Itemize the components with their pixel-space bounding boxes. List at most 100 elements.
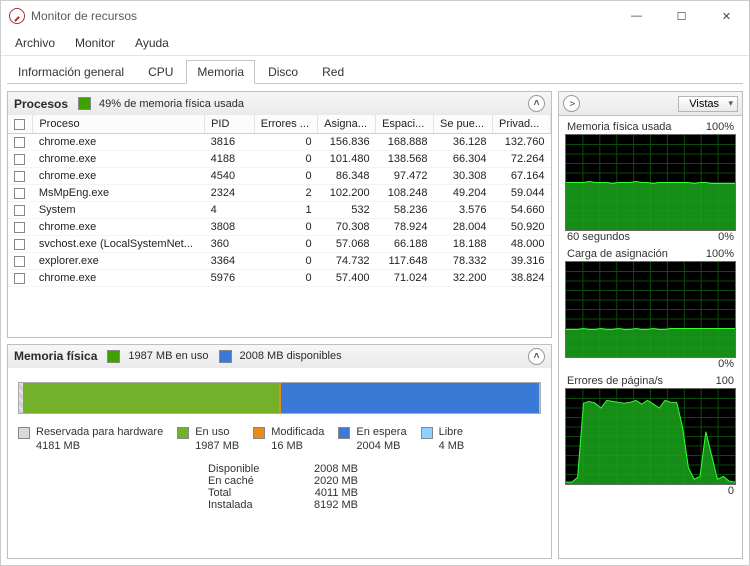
- table-row[interactable]: System 4 1 532 58.236 3.576 54.660: [8, 202, 551, 219]
- sw-reserved-icon: [18, 427, 30, 439]
- cell-pid: 4540: [205, 168, 255, 185]
- processes-header[interactable]: Procesos 49% de memoria física usada ˄: [8, 92, 551, 115]
- cell-pid: 3816: [205, 134, 255, 151]
- table-row[interactable]: svchost.exe (LocalSystemNet... 360 0 57.…: [8, 236, 551, 253]
- cell-priv: 39.316: [492, 253, 550, 270]
- close-button[interactable]: ✕: [704, 1, 749, 31]
- row-checkbox[interactable]: [14, 154, 25, 165]
- row-checkbox[interactable]: [14, 222, 25, 233]
- cell-esp: 71.024: [376, 270, 434, 287]
- chart3-br: 0: [728, 485, 734, 497]
- chart-page-faults: [565, 388, 736, 485]
- collapse-charts-icon[interactable]: ˄: [563, 95, 580, 112]
- table-row[interactable]: explorer.exe 3364 0 74.732 117.648 78.33…: [8, 253, 551, 270]
- menu-monitor[interactable]: Monitor: [67, 33, 123, 53]
- cell-esp: 66.188: [376, 236, 434, 253]
- cell-name: MsMpEng.exe: [33, 185, 205, 202]
- cell-err: 0: [254, 134, 317, 151]
- lbl-standby: En espera: [356, 426, 406, 438]
- collapse-physmem-icon[interactable]: ˄: [528, 348, 545, 365]
- tab-disk[interactable]: Disco: [257, 60, 309, 84]
- processes-table-wrap[interactable]: Proceso PID Errores ... Asigna... Espaci…: [8, 115, 551, 337]
- val-standby: 2004 MB: [356, 440, 400, 452]
- table-row[interactable]: chrome.exe 4188 0 101.480 138.568 66.304…: [8, 151, 551, 168]
- chart3-tr: 100: [716, 375, 734, 387]
- chart-memory-used: [565, 134, 736, 231]
- cell-err: 0: [254, 270, 317, 287]
- table-row[interactable]: chrome.exe 3808 0 70.308 78.924 28.004 5…: [8, 219, 551, 236]
- cell-pid: 4188: [205, 151, 255, 168]
- available-legend: 2008 MB disponibles: [240, 350, 342, 362]
- table-row[interactable]: chrome.exe 4540 0 86.348 97.472 30.308 6…: [8, 168, 551, 185]
- row-checkbox[interactable]: [14, 273, 25, 284]
- lbl-free: Libre: [439, 426, 463, 438]
- cell-err: 0: [254, 151, 317, 168]
- cell-asig: 57.400: [318, 270, 376, 287]
- cell-pid: 5976: [205, 270, 255, 287]
- sw-inuse-icon: [177, 427, 189, 439]
- collapse-processes-icon[interactable]: ˄: [528, 95, 545, 112]
- cell-esp: 108.248: [376, 185, 434, 202]
- row-checkbox[interactable]: [14, 188, 25, 199]
- row-checkbox[interactable]: [14, 171, 25, 182]
- tab-overview[interactable]: Información general: [7, 60, 135, 84]
- col-pid[interactable]: PID: [205, 115, 255, 134]
- cell-se: 78.332: [433, 253, 492, 270]
- maximize-button[interactable]: ☐: [659, 1, 704, 31]
- minimize-button[interactable]: —: [614, 1, 659, 31]
- col-process[interactable]: Proceso: [33, 115, 205, 134]
- tab-cpu[interactable]: CPU: [137, 60, 184, 84]
- mem-used-legend: 49% de memoria física usada: [99, 98, 244, 110]
- cell-priv: 132.760: [492, 134, 550, 151]
- select-all-checkbox[interactable]: [14, 119, 25, 130]
- tab-network[interactable]: Red: [311, 60, 355, 84]
- row-checkbox[interactable]: [14, 137, 25, 148]
- table-row[interactable]: chrome.exe 3816 0 156.836 168.888 36.128…: [8, 134, 551, 151]
- val-inuse: 1987 MB: [195, 440, 239, 452]
- k-total: Total: [208, 487, 288, 499]
- views-dropdown[interactable]: Vistas: [678, 96, 738, 112]
- window-title: Monitor de recursos: [31, 9, 614, 23]
- cell-asig: 102.200: [318, 185, 376, 202]
- cell-asig: 74.732: [318, 253, 376, 270]
- processes-title: Procesos: [14, 97, 68, 111]
- tab-memory[interactable]: Memoria: [186, 60, 255, 84]
- menu-help[interactable]: Ayuda: [127, 33, 177, 53]
- table-row[interactable]: chrome.exe 5976 0 57.400 71.024 32.200 3…: [8, 270, 551, 287]
- cell-err: 0: [254, 219, 317, 236]
- table-row[interactable]: MsMpEng.exe 2324 2 102.200 108.248 49.20…: [8, 185, 551, 202]
- cell-esp: 168.888: [376, 134, 434, 151]
- lbl-modified: Modificada: [271, 426, 324, 438]
- row-checkbox[interactable]: [14, 205, 25, 216]
- row-checkbox[interactable]: [14, 256, 25, 267]
- cell-priv: 50.920: [492, 219, 550, 236]
- chart1-tr: 100%: [706, 121, 734, 133]
- cell-asig: 70.308: [318, 219, 376, 236]
- cell-asig: 86.348: [318, 168, 376, 185]
- cell-err: 0: [254, 168, 317, 185]
- cell-name: svchost.exe (LocalSystemNet...: [33, 236, 205, 253]
- col-shareable[interactable]: Se pue...: [433, 115, 492, 134]
- col-private[interactable]: Privad...: [492, 115, 550, 134]
- row-checkbox[interactable]: [14, 239, 25, 250]
- col-workingset[interactable]: Espaci...: [376, 115, 434, 134]
- mem-used-icon: [78, 97, 91, 110]
- cell-err: 1: [254, 202, 317, 219]
- chart2-br: 0%: [718, 358, 734, 370]
- cell-se: 66.304: [433, 151, 492, 168]
- val-reserved: 4181 MB: [36, 440, 80, 452]
- cell-asig: 532: [318, 202, 376, 219]
- cell-priv: 59.044: [492, 185, 550, 202]
- physmem-header[interactable]: Memoria física 1987 MB en uso 2008 MB di…: [8, 345, 551, 368]
- menu-file[interactable]: Archivo: [7, 33, 63, 53]
- cell-se: 30.308: [433, 168, 492, 185]
- val-modified: 16 MB: [271, 440, 303, 452]
- cell-esp: 78.924: [376, 219, 434, 236]
- k-available: Disponible: [208, 463, 288, 475]
- memory-bar: [18, 382, 541, 414]
- col-commit[interactable]: Asigna...: [318, 115, 376, 134]
- chart1-title: Memoria física usada: [567, 121, 672, 133]
- sw-standby-icon: [338, 427, 350, 439]
- k-cached: En caché: [208, 475, 288, 487]
- col-errors[interactable]: Errores ...: [254, 115, 317, 134]
